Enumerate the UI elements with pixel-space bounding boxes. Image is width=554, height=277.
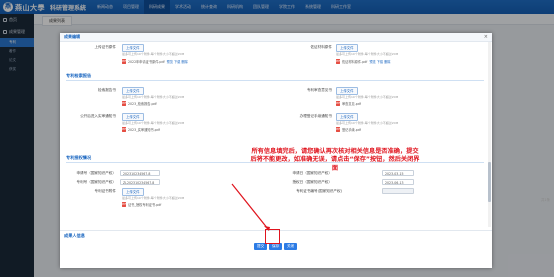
arrow-icon (231, 183, 270, 231)
